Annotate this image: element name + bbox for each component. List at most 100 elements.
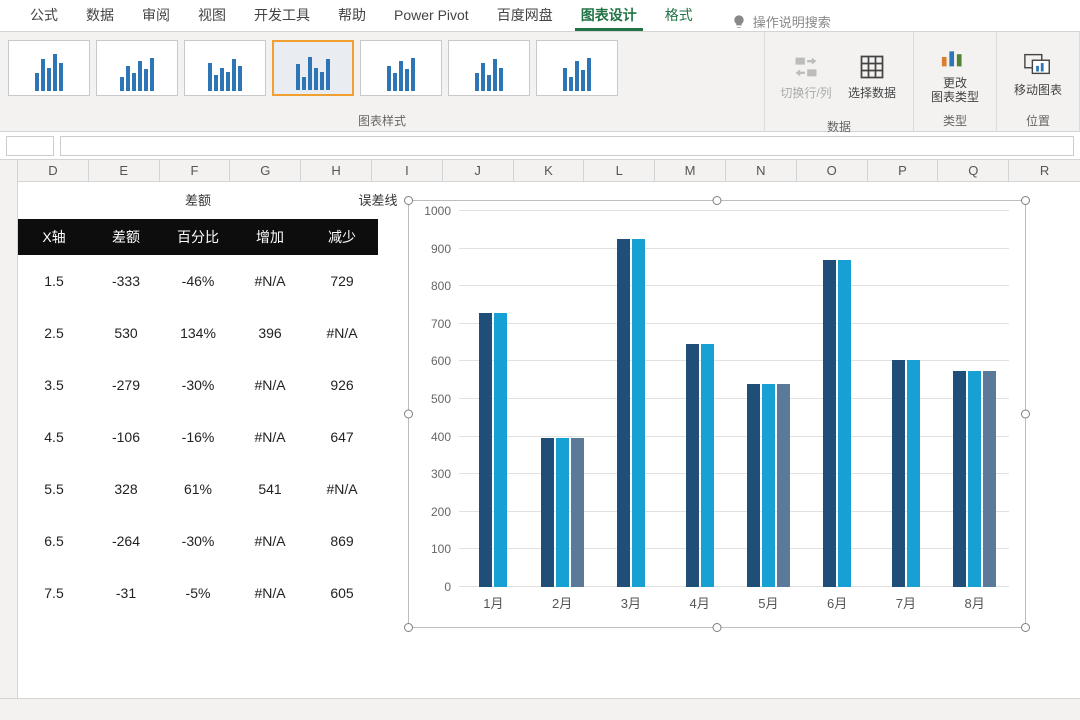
- tab-data[interactable]: 数据: [72, 0, 128, 31]
- table-cell[interactable]: -279: [90, 359, 162, 411]
- table-cell[interactable]: 134%: [162, 307, 234, 359]
- chart-bar[interactable]: [838, 260, 851, 587]
- column-header[interactable]: E: [89, 160, 160, 181]
- column-header[interactable]: P: [868, 160, 939, 181]
- chart-styles-gallery[interactable]: [8, 36, 756, 96]
- table-row[interactable]: 7.5-31-5%#N/A605: [18, 567, 378, 619]
- table-cell[interactable]: 1.5: [18, 255, 90, 307]
- column-header[interactable]: M: [655, 160, 726, 181]
- table-cell[interactable]: 4.5: [18, 411, 90, 463]
- table-cell[interactable]: 7.5: [18, 567, 90, 619]
- chart-bar[interactable]: [823, 260, 836, 587]
- table-cell[interactable]: 605: [306, 567, 378, 619]
- data-table[interactable]: X轴差额百分比增加减少 1.5-333-46%#N/A7292.5530134%…: [18, 219, 378, 619]
- formula-input[interactable]: [60, 136, 1074, 156]
- table-cell[interactable]: 396: [234, 307, 306, 359]
- table-cell[interactable]: 61%: [162, 463, 234, 515]
- chart-style-1[interactable]: [8, 40, 90, 96]
- resize-handle[interactable]: [404, 623, 413, 632]
- table-cell[interactable]: #N/A: [234, 255, 306, 307]
- table-header-cell[interactable]: 减少: [306, 219, 378, 255]
- column-header[interactable]: G: [230, 160, 301, 181]
- column-header[interactable]: Q: [938, 160, 1009, 181]
- table-cell[interactable]: -46%: [162, 255, 234, 307]
- chart-bar[interactable]: [632, 239, 645, 587]
- table-row[interactable]: 6.5-264-30%#N/A869: [18, 515, 378, 567]
- table-cell[interactable]: -16%: [162, 411, 234, 463]
- tab-review[interactable]: 审阅: [128, 0, 184, 31]
- table-row[interactable]: 2.5530134%396#N/A: [18, 307, 378, 359]
- table-header-cell[interactable]: 差额: [90, 219, 162, 255]
- resize-handle[interactable]: [713, 623, 722, 632]
- chart-bar[interactable]: [494, 313, 507, 587]
- chart-bar[interactable]: [701, 344, 714, 587]
- change-chart-type-button[interactable]: 更改 图表类型: [922, 36, 988, 110]
- table-cell[interactable]: 926: [306, 359, 378, 411]
- tell-me-search[interactable]: 操作说明搜索: [707, 12, 831, 31]
- table-row[interactable]: 1.5-333-46%#N/A729: [18, 255, 378, 307]
- table-cell[interactable]: #N/A: [234, 515, 306, 567]
- column-header[interactable]: N: [726, 160, 797, 181]
- table-row[interactable]: 5.532861%541#N/A: [18, 463, 378, 515]
- table-cell[interactable]: #N/A: [234, 567, 306, 619]
- worksheet-area[interactable]: DEFGHIJKLMNOPQR 差额 误差线 X轴差额百分比增加减少 1.5-3…: [0, 160, 1080, 720]
- table-cell[interactable]: -333: [90, 255, 162, 307]
- tab-help[interactable]: 帮助: [324, 0, 380, 31]
- chart-style-3[interactable]: [184, 40, 266, 96]
- chart-bar[interactable]: [983, 371, 996, 587]
- column-header[interactable]: O: [797, 160, 868, 181]
- chart-bar[interactable]: [953, 371, 966, 587]
- table-cell[interactable]: 3.5: [18, 359, 90, 411]
- table-cell[interactable]: 729: [306, 255, 378, 307]
- resize-handle[interactable]: [1021, 196, 1030, 205]
- table-cell[interactable]: 2.5: [18, 307, 90, 359]
- table-cell[interactable]: #N/A: [234, 359, 306, 411]
- column-header[interactable]: H: [301, 160, 372, 181]
- column-header[interactable]: D: [18, 160, 89, 181]
- chart-bar[interactable]: [571, 438, 584, 587]
- chart-style-6[interactable]: [448, 40, 530, 96]
- table-cell[interactable]: -30%: [162, 515, 234, 567]
- table-cell[interactable]: 6.5: [18, 515, 90, 567]
- tab-baidu[interactable]: 百度网盘: [483, 0, 567, 31]
- resize-handle[interactable]: [1021, 410, 1030, 419]
- resize-handle[interactable]: [404, 196, 413, 205]
- table-cell[interactable]: -106: [90, 411, 162, 463]
- column-header[interactable]: I: [372, 160, 443, 181]
- tab-powerpivot[interactable]: Power Pivot: [380, 0, 483, 31]
- table-header-cell[interactable]: X轴: [18, 219, 90, 255]
- chart-bar[interactable]: [556, 438, 569, 587]
- table-row[interactable]: 3.5-279-30%#N/A926: [18, 359, 378, 411]
- chart-bar[interactable]: [747, 384, 760, 587]
- resize-handle[interactable]: [1021, 623, 1030, 632]
- tab-view[interactable]: 视图: [184, 0, 240, 31]
- table-cell[interactable]: 328: [90, 463, 162, 515]
- table-cell[interactable]: 5.5: [18, 463, 90, 515]
- chart-bar[interactable]: [907, 360, 920, 587]
- table-cell[interactable]: #N/A: [306, 463, 378, 515]
- chart-bar[interactable]: [777, 384, 790, 587]
- tab-format[interactable]: 格式: [651, 0, 707, 31]
- column-header[interactable]: L: [584, 160, 655, 181]
- table-cell[interactable]: 869: [306, 515, 378, 567]
- tab-chartdesign[interactable]: 图表设计: [567, 0, 651, 31]
- resize-handle[interactable]: [713, 196, 722, 205]
- table-header-cell[interactable]: 增加: [234, 219, 306, 255]
- table-cell[interactable]: #N/A: [234, 411, 306, 463]
- table-row[interactable]: 4.5-106-16%#N/A647: [18, 411, 378, 463]
- table-cell[interactable]: #N/A: [306, 307, 378, 359]
- select-data-button[interactable]: 选择数据: [839, 36, 905, 116]
- table-cell[interactable]: 530: [90, 307, 162, 359]
- chart-bar[interactable]: [762, 384, 775, 587]
- column-header[interactable]: J: [443, 160, 514, 181]
- table-cell[interactable]: -31: [90, 567, 162, 619]
- chart-bar[interactable]: [686, 344, 699, 587]
- table-cell[interactable]: 647: [306, 411, 378, 463]
- tab-formula[interactable]: 公式: [16, 0, 72, 31]
- chart-style-7[interactable]: [536, 40, 618, 96]
- table-cell[interactable]: -30%: [162, 359, 234, 411]
- chart-style-4[interactable]: [272, 40, 354, 96]
- chart-bar[interactable]: [617, 239, 630, 587]
- chart-object[interactable]: 01002003004005006007008009001000 1月2月3月4…: [408, 200, 1026, 628]
- chart-bar[interactable]: [479, 313, 492, 587]
